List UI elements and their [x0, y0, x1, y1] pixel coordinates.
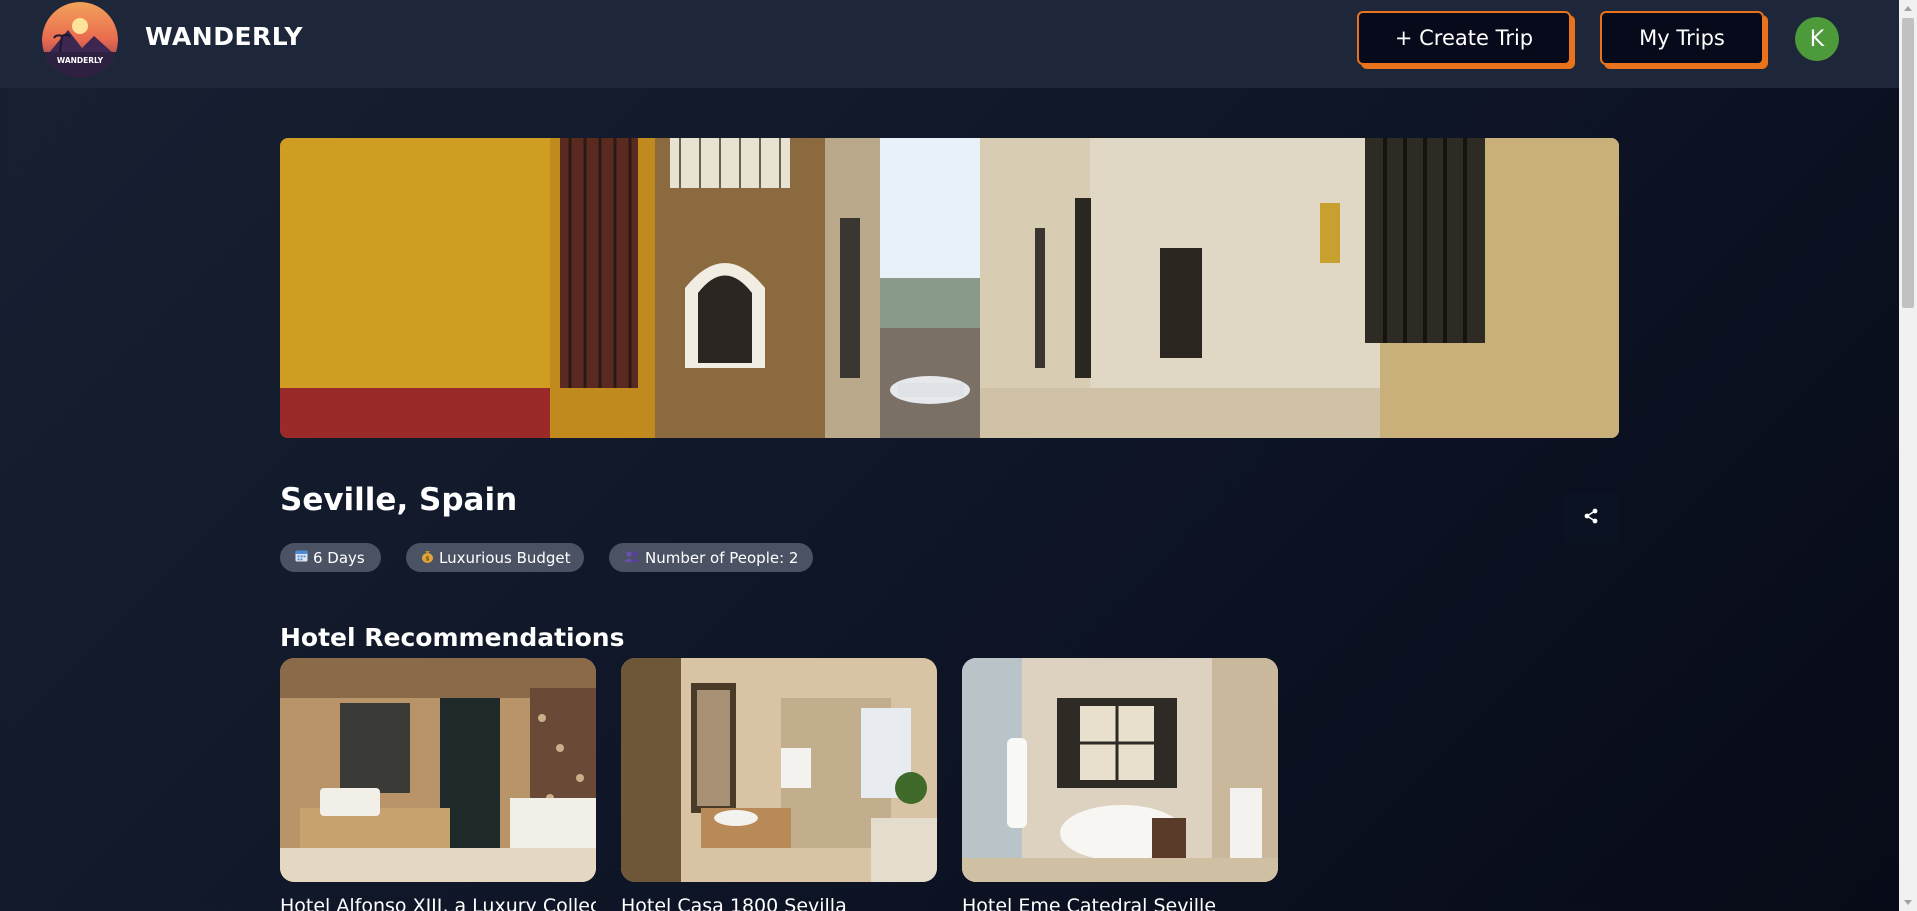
- brand-name[interactable]: WANDERLY: [145, 22, 303, 51]
- trip-destination-title: Seville, Spain: [280, 482, 518, 518]
- destination-hero-image: [280, 138, 1619, 438]
- svg-text:$: $: [425, 555, 429, 562]
- my-trips-button[interactable]: My Trips: [1600, 11, 1764, 65]
- people-icon: [624, 550, 640, 566]
- hotel-name[interactable]: Hotel Casa 1800 Sevilla: [621, 895, 937, 911]
- hotel-card[interactable]: Hotel Alfonso XIII, a Luxury Collection …: [280, 658, 596, 911]
- trip-people-chip: Number of People: 2: [609, 543, 813, 572]
- scroll-thumb[interactable]: [1902, 18, 1914, 308]
- svg-text:WANDERLY: WANDERLY: [57, 56, 104, 65]
- wanderly-logo[interactable]: WANDERLY: [42, 2, 118, 78]
- trip-days-chip: 6 Days: [280, 543, 381, 572]
- page-scrollbar[interactable]: [1899, 0, 1917, 911]
- trip-people-label: Number of People: 2: [645, 548, 799, 567]
- trip-days-label: 6 Days: [313, 548, 365, 567]
- calendar-icon: [295, 549, 308, 566]
- create-trip-button[interactable]: + Create Trip: [1357, 11, 1571, 65]
- hotel-image[interactable]: [962, 658, 1278, 882]
- hotel-name[interactable]: Hotel Eme Catedral Seville: [962, 895, 1278, 911]
- money-bag-icon: $: [421, 549, 434, 567]
- hotel-image[interactable]: [280, 658, 596, 882]
- hotel-name[interactable]: Hotel Alfonso XIII, a Luxury Collection …: [280, 895, 596, 911]
- hotel-recommendations-heading: Hotel Recommendations: [280, 623, 625, 652]
- hotel-image[interactable]: [621, 658, 937, 882]
- top-nav-bar: WANDERLY WANDERLY + Create Trip My Trips…: [0, 0, 1899, 88]
- scroll-up-arrow-icon[interactable]: [1904, 6, 1912, 11]
- hotel-card[interactable]: Hotel Eme Catedral Seville: [962, 658, 1278, 911]
- scroll-down-arrow-icon[interactable]: [1904, 900, 1912, 905]
- trip-budget-chip: $ Luxurious Budget: [406, 543, 584, 572]
- trip-budget-label: Luxurious Budget: [439, 548, 571, 567]
- hotel-card[interactable]: Hotel Casa 1800 Sevilla: [621, 658, 937, 911]
- share-icon: [1583, 508, 1599, 528]
- share-button[interactable]: [1563, 493, 1619, 543]
- user-avatar[interactable]: K: [1795, 17, 1839, 61]
